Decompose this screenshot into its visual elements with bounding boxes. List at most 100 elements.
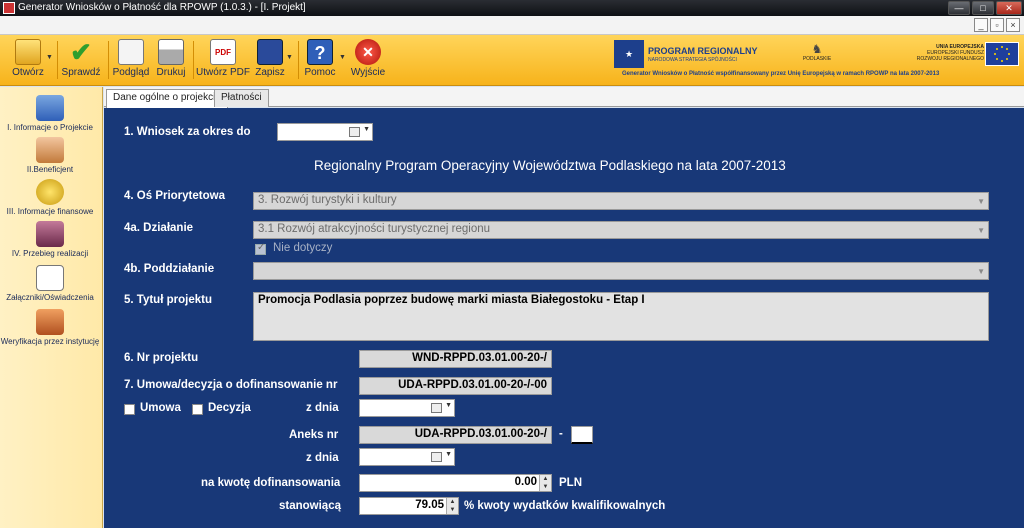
sidebar-item-attachments[interactable]: Załączniki/Oświadczenia [0,265,100,302]
people-icon [36,137,64,163]
sidebar-item-project-info[interactable]: I. Informacje o Projekcie [0,95,100,132]
agreement-checkbox[interactable] [124,404,135,415]
not-applicable-checkbox[interactable]: ✓ [255,242,266,255]
subaction-select[interactable]: ▼ [253,262,989,280]
help-label: Pomoc [304,67,336,78]
create-pdf-button[interactable]: PDF Utwórz PDF [196,37,250,83]
annex-number-field[interactable]: UDA-RPPD.03.01.00-20-/ [359,426,552,444]
agreement-label: 7. Umowa/decyzja o dofinansowanie nr [124,379,338,391]
child-close-button[interactable]: × [1006,18,1020,32]
save-dropdown-icon[interactable]: ▼ [286,54,293,61]
preview-label: Podgląd [112,67,150,78]
sidebar-item-verification[interactable]: Weryfikacja przez instytucję [0,309,100,346]
annex-date-picker[interactable]: ▼ [359,448,455,466]
document-icon [36,265,64,291]
coins-icon [36,179,64,205]
funding-amount-label: na kwotę dofinansowania [201,477,341,489]
title-bar: Generator Wniosków o Płatność dla RPOWP … [0,0,1024,16]
sidebar: I. Informacje o Projekcie II.Beneficjent… [0,87,103,528]
tab-strip: Dane ogólne o projekcie Płatności [104,87,1024,108]
not-applicable-label: Nie dotyczy [273,242,333,254]
action-select[interactable]: 3.1 Rozwój atrakcyjności turystycznej re… [253,221,989,239]
percentage-stepper[interactable]: 79.05 ▲ ▼ [359,497,459,515]
folder-icon [15,39,41,65]
period-label: 1. Wniosek za okres do [124,126,251,138]
checkmark-icon: ✓ [257,242,266,253]
calendar-icon [431,452,442,462]
priority-axis-label: 4. Oś Priorytetowa [124,190,225,202]
chevron-down-icon: ▼ [977,197,985,206]
preview-icon [118,39,144,65]
project-title-field[interactable]: Promocja Podlasia poprzez budowę marki m… [253,292,989,341]
toolbar-separator [108,41,109,79]
sidebar-item-label: I. Informacje o Projekcie [7,123,93,132]
sidebar-item-label: III. Informacje finansowe [6,207,94,216]
action-value: 3.1 Rozwój atrakcyjności turystycznej re… [258,223,491,235]
program-heading: Regionalny Program Operacyjny Województw… [314,158,786,173]
open-label: Otwórz [12,67,44,78]
podlaskie-logo-text: PODLASKIE [802,56,832,62]
stepper-arrows-icon[interactable]: ▲ ▼ [446,498,458,514]
sidebar-item-progress[interactable]: IV. Przebieg realizacji [0,221,100,258]
percentage-label: stanowiącą [279,500,341,512]
toolbar-separator [298,41,299,79]
agreement-date-picker[interactable]: ▼ [359,399,455,417]
sidebar-item-financial-info[interactable]: III. Informacje finansowe [0,179,100,216]
eu-flag-icon [985,42,1019,66]
percentage-unit: % kwoty wydatków kwalifikowalnych [464,500,666,512]
eu-logo-text: UNIA EUROPEJSKA EUROPEJSKI FUNDUSZ ROZWO… [910,44,984,62]
project-number-field[interactable]: WND-RPPD.03.01.00-20-/ [359,350,552,368]
action-label: 4a. Działanie [124,222,194,234]
handshake-icon [36,221,64,247]
help-dropdown-icon[interactable]: ▼ [339,54,346,61]
sidebar-item-beneficiary[interactable]: II.Beneficjent [0,137,100,174]
agreement-checkbox-label: Umowa [140,402,181,414]
chevron-down-icon: ▼ [977,226,985,235]
books-icon [36,95,64,121]
priority-axis-select[interactable]: 3. Rozwój turystyki i kultury ▼ [253,192,989,210]
app-icon [3,2,15,14]
check-button[interactable]: ✔ Sprawdź [60,37,102,83]
sidebar-item-label: Załączniki/Oświadczenia [6,293,94,302]
funding-amount-stepper[interactable]: 0.00 ▲ ▼ [359,474,552,492]
save-button[interactable]: Zapisz [254,37,286,83]
checkmark-icon: ✔ [70,37,92,67]
tab-general-data[interactable]: Dane ogólne o projekcie [106,89,228,108]
priority-axis-value: 3. Rozwój turystyki i kultury [258,194,397,206]
period-date-picker[interactable]: ▼ [277,123,373,141]
regional-program-logo: ★ [614,40,644,68]
decision-checkbox-label: Decyzja [208,402,251,414]
open-dropdown-icon[interactable]: ▼ [46,54,53,61]
decision-checkbox[interactable] [192,404,203,415]
maximize-button[interactable]: □ [972,1,994,15]
help-button[interactable]: ? Pomoc [302,37,338,83]
eu-fund-line2: ROZWOJU REGIONALNEGO [916,56,984,62]
window-title: Generator Wniosków o Płatność dla RPOWP … [18,2,306,13]
exit-button[interactable]: ✕ Wyjście [348,37,388,83]
stepper-arrows-icon[interactable]: ▲ ▼ [539,475,551,491]
toolbar: Otwórz ▼ ✔ Sprawdź Podgląd Drukuj PDF Ut… [0,35,1024,86]
sidebar-item-label: IV. Przebieg realizacji [11,249,89,258]
open-button[interactable]: Otwórz [8,37,48,83]
annex-suffix-field[interactable] [571,426,593,444]
project-number-label: 6. Nr projektu [124,352,199,364]
project-title-label: 5. Tytuł projektu [124,294,212,306]
calendar-icon [349,127,360,137]
child-minimize-button[interactable]: _ [974,18,988,32]
tab-payments[interactable]: Płatności [214,89,269,107]
child-restore-button[interactable]: ▫ [990,18,1004,32]
printer-icon [158,39,184,65]
funding-amount-value: 0.00 [514,476,537,488]
check-label: Sprawdź [61,67,101,78]
annex-label: Aneks nr [289,429,339,441]
save-label: Zapisz [255,67,285,78]
help-icon: ? [307,39,333,65]
subaction-label: 4b. Poddziałanie [124,263,215,275]
agreement-number-field[interactable]: UDA-RPPD.03.01.00-20-/-00 [359,377,552,395]
pdf-icon: PDF [210,39,236,65]
create-pdf-label: Utwórz PDF [196,67,250,78]
minimize-button[interactable]: — [948,1,970,15]
preview-button[interactable]: Podgląd [111,37,151,83]
print-button[interactable]: Drukuj [154,37,188,83]
close-button[interactable]: ✕ [996,1,1022,15]
